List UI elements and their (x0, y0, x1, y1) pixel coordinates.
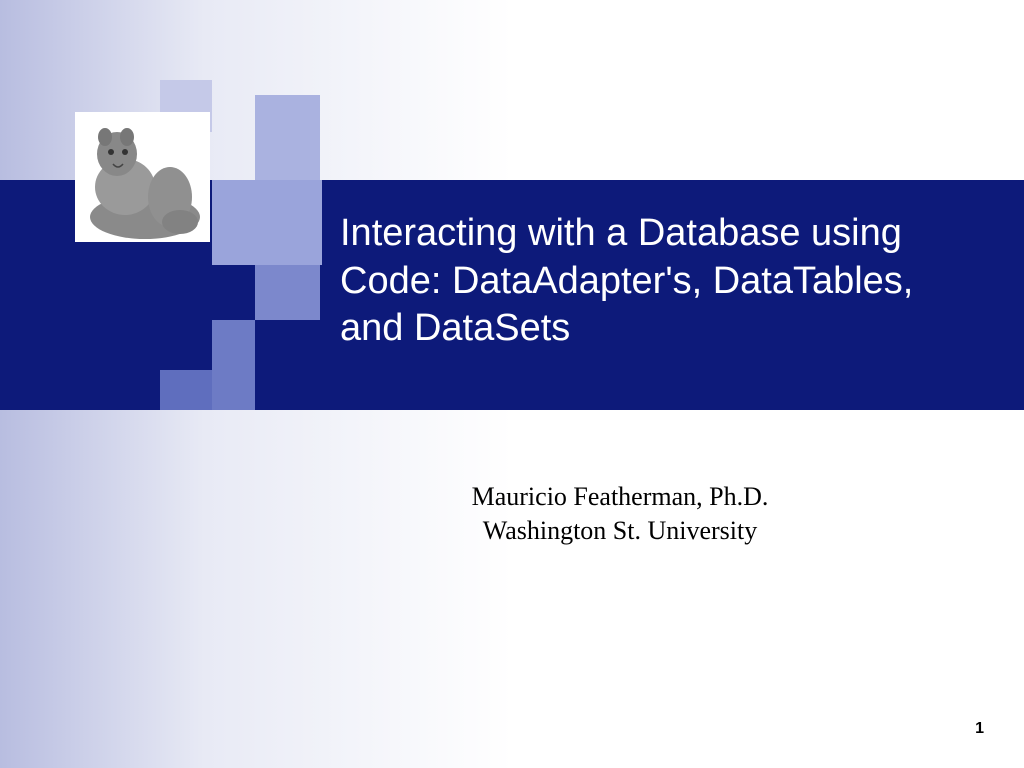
author-affiliation: Washington St. University (340, 514, 900, 548)
page-number: 1 (975, 720, 984, 738)
slide-title: Interacting with a Database using Code: … (340, 210, 980, 353)
decorative-square (255, 265, 320, 320)
decorative-square (212, 180, 322, 265)
cougar-icon (75, 112, 210, 242)
mascot-image (75, 112, 210, 242)
decorative-square (160, 370, 212, 410)
decorative-square (212, 320, 255, 410)
slide: Interacting with a Database using Code: … (0, 0, 1024, 768)
decorative-square (255, 95, 320, 180)
slide-subtitle: Mauricio Featherman, Ph.D. Washington St… (340, 480, 900, 548)
author-name: Mauricio Featherman, Ph.D. (340, 480, 900, 514)
